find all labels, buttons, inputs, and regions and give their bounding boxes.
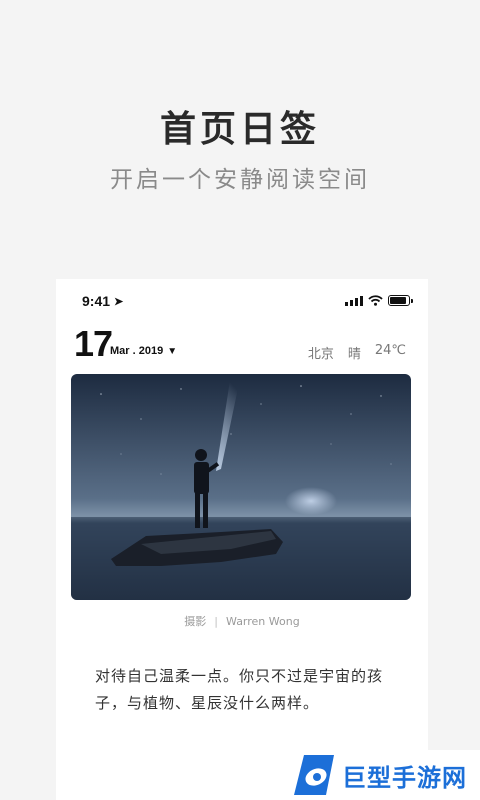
wifi-icon — [368, 295, 383, 306]
credit-separator: | — [214, 615, 219, 628]
weather-condition: 晴 — [347, 347, 361, 362]
date-month-year: Mar . 2019 — [110, 345, 164, 357]
battery-icon — [388, 295, 413, 306]
battery-fill — [390, 297, 407, 304]
status-bar-time: 9:41 ➤ — [82, 293, 123, 309]
hero-title: 首页日签 — [159, 109, 320, 150]
weather-temperature: 24℃ — [374, 343, 406, 358]
date-month-selector[interactable]: Mar . 2019 ▼ — [110, 345, 177, 357]
triangle-down-icon[interactable]: ▼ — [167, 346, 177, 357]
photographer-name: Warren Wong — [226, 615, 300, 628]
weather-info: 北京 晴 24℃ — [308, 343, 406, 362]
watermark-badge: 巨型手游网 — [288, 750, 480, 800]
photo-credit: 摄影 | Warren Wong — [56, 613, 428, 629]
location-arrow-icon: ➤ — [114, 296, 124, 308]
night-sea-photo — [71, 374, 411, 600]
juxing-logo-icon — [294, 755, 334, 795]
status-icons — [345, 294, 413, 306]
credit-label: 摄影 — [184, 615, 207, 628]
cellular-signal-icon — [345, 295, 363, 306]
watermark-text: 巨型手游网 — [342, 763, 467, 792]
hero-subtitle: 开启一个安静阅读空间 — [110, 167, 370, 193]
status-time-text: 9:41 — [82, 293, 111, 309]
phone-mockup: 9:41 ➤ 17 Mar . 2019 ▼ 北京 晴 24℃ 摄影 | War… — [56, 279, 428, 800]
daily-photo[interactable] — [71, 374, 411, 600]
daily-quote: 对待自己温柔一点。你只不过是宇宙的孩子，与植物、星辰没什么两样。 — [95, 667, 384, 712]
weather-city: 北京 — [307, 347, 334, 362]
date-day: 17 — [74, 323, 113, 364]
